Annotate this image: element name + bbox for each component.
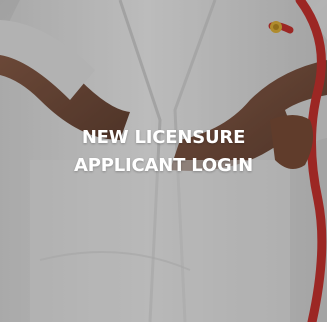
caption-line-2: APPLICANT LOGIN xyxy=(74,155,253,176)
tile-caption: NEW LICENSURE APPLICANT LOGIN xyxy=(0,124,327,180)
caption-line-1: NEW LICENSURE xyxy=(81,127,246,148)
new-licensure-applicant-login-link[interactable]: NEW LICENSURE APPLICANT LOGIN xyxy=(0,0,327,322)
